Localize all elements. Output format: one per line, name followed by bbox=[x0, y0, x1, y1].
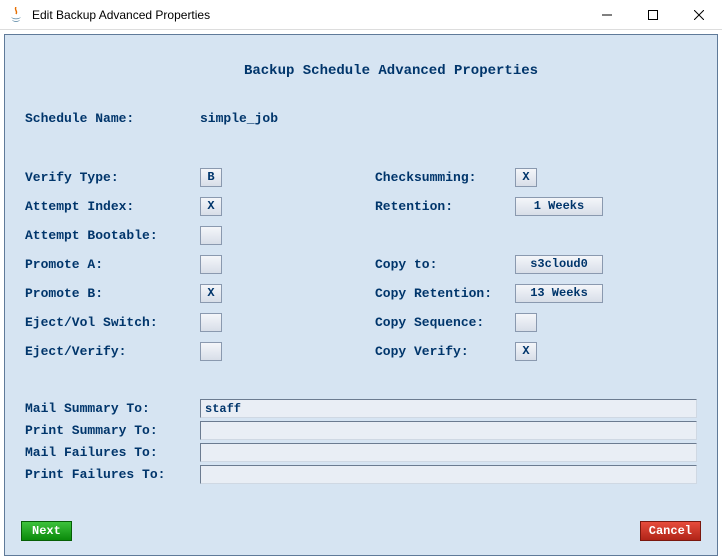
verify-type-button[interactable]: B bbox=[200, 168, 222, 187]
copy-retention-button[interactable]: 13 Weeks bbox=[515, 284, 603, 303]
copy-to-label: Copy to: bbox=[375, 257, 515, 272]
cancel-button[interactable]: Cancel bbox=[640, 521, 701, 541]
mail-summary-input[interactable] bbox=[200, 399, 697, 418]
java-icon bbox=[8, 7, 24, 23]
window-title: Edit Backup Advanced Properties bbox=[32, 8, 584, 22]
attempt-bootable-label: Attempt Bootable: bbox=[25, 228, 200, 243]
retention-label: Retention: bbox=[375, 199, 515, 214]
promote-b-label: Promote B: bbox=[25, 286, 200, 301]
promote-b-button[interactable]: X bbox=[200, 284, 222, 303]
copy-sequence-button[interactable] bbox=[515, 313, 537, 332]
schedule-name-label: Schedule Name: bbox=[25, 111, 200, 126]
mail-failures-label: Mail Failures To: bbox=[25, 445, 200, 460]
copy-verify-label: Copy Verify: bbox=[375, 344, 515, 359]
maximize-button[interactable] bbox=[630, 0, 676, 30]
copy-to-button[interactable]: s3cloud0 bbox=[515, 255, 603, 274]
retention-button[interactable]: 1 Weeks bbox=[515, 197, 603, 216]
mail-failures-input[interactable] bbox=[200, 443, 697, 462]
eject-vol-switch-label: Eject/Vol Switch: bbox=[25, 315, 200, 330]
mail-summary-label: Mail Summary To: bbox=[25, 401, 200, 416]
promote-a-label: Promote A: bbox=[25, 257, 200, 272]
copy-retention-label: Copy Retention: bbox=[375, 286, 515, 301]
print-summary-input[interactable] bbox=[200, 421, 697, 440]
attempt-bootable-button[interactable] bbox=[200, 226, 222, 245]
copy-sequence-label: Copy Sequence: bbox=[375, 315, 515, 330]
checksumming-label: Checksumming: bbox=[375, 170, 515, 185]
eject-verify-label: Eject/Verify: bbox=[25, 344, 200, 359]
titlebar: Edit Backup Advanced Properties bbox=[0, 0, 722, 30]
close-button[interactable] bbox=[676, 0, 722, 30]
verify-type-label: Verify Type: bbox=[25, 170, 200, 185]
minimize-button[interactable] bbox=[584, 0, 630, 30]
window-controls bbox=[584, 0, 722, 30]
promote-a-button[interactable] bbox=[200, 255, 222, 274]
print-summary-label: Print Summary To: bbox=[25, 423, 200, 438]
attempt-index-button[interactable]: X bbox=[200, 197, 222, 216]
print-failures-input[interactable] bbox=[200, 465, 697, 484]
next-button[interactable]: Next bbox=[21, 521, 72, 541]
attempt-index-label: Attempt Index: bbox=[25, 199, 200, 214]
checksumming-button[interactable]: X bbox=[515, 168, 537, 187]
schedule-name-value: simple_job bbox=[200, 111, 278, 126]
copy-verify-button[interactable]: X bbox=[515, 342, 537, 361]
main-panel: Backup Schedule Advanced Properties Sche… bbox=[4, 34, 718, 556]
print-failures-label: Print Failures To: bbox=[25, 467, 200, 482]
eject-verify-button[interactable] bbox=[200, 342, 222, 361]
page-heading: Backup Schedule Advanced Properties bbox=[85, 63, 697, 79]
eject-vol-switch-button[interactable] bbox=[200, 313, 222, 332]
